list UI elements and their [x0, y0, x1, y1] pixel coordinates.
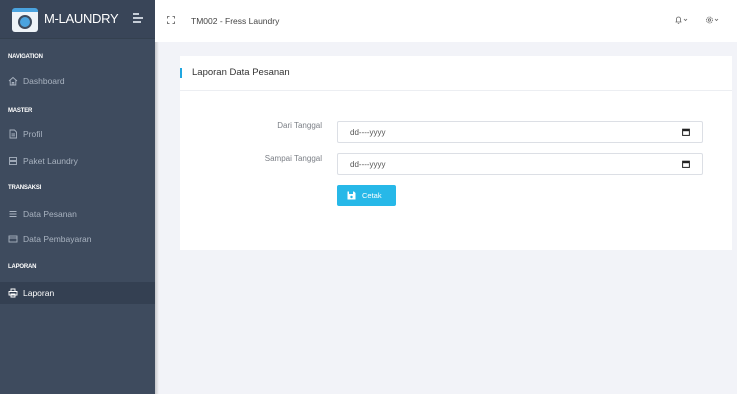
server-icon [9, 157, 17, 165]
to-date-placeholder: dd----yyyy [350, 160, 386, 169]
sidebar-item-laporan[interactable]: Laporan [0, 282, 155, 304]
sidebar-item-dashboard[interactable]: Dashboard [0, 70, 155, 92]
print-button-label: Cetak [362, 191, 382, 200]
credit-card-icon [8, 235, 18, 243]
sidebar-item-label: Dashboard [23, 76, 65, 86]
save-floppy-icon [347, 191, 356, 200]
card-accent-bar [180, 68, 182, 78]
list-icon [9, 211, 17, 217]
from-date-input[interactable]: dd----yyyy [337, 121, 703, 143]
card-header: Laporan Data Pesanan [180, 56, 732, 91]
home-icon [8, 76, 18, 86]
calendar-icon[interactable] [682, 128, 690, 136]
nav-heading-transaksi: TRANSAKSI [8, 185, 42, 191]
sidebar-item-label: Profil [23, 129, 43, 139]
card-title: Laporan Data Pesanan [192, 67, 290, 78]
top-bar: TM002 - Fress Laundry [155, 0, 737, 42]
sidebar: M-LAUNDRY NAVIGATION Dashboard MASTER Pr… [0, 0, 159, 394]
report-card: Laporan Data Pesanan Dari Tanggal dd----… [180, 56, 732, 250]
to-date-input[interactable]: dd----yyyy [337, 153, 703, 175]
fullscreen-icon[interactable] [167, 16, 175, 24]
printer-icon [8, 288, 18, 298]
notification-bell-icon[interactable] [674, 15, 688, 25]
sidebar-item-label: Data Pembayaran [23, 234, 92, 244]
document-icon [9, 129, 17, 139]
sidebar-item-paket-laundry[interactable]: Paket Laundry [0, 150, 155, 172]
laundry-logo-icon [12, 8, 38, 32]
page-heading: TM002 - Fress Laundry [191, 16, 280, 26]
from-date-label: Dari Tanggal [277, 121, 322, 130]
nav-heading-laporan: LAPORAN [8, 264, 37, 270]
sidebar-item-label: Laporan [23, 288, 55, 298]
brand-name: M-LAUNDRY [44, 11, 119, 26]
sidebar-item-profil[interactable]: Profil [0, 123, 155, 145]
calendar-icon[interactable] [682, 160, 690, 168]
nav-heading-navigation: NAVIGATION [8, 54, 43, 60]
to-date-label: Sampai Tanggal [264, 154, 322, 163]
sidebar-item-data-pembayaran[interactable]: Data Pembayaran [0, 228, 155, 250]
nav-heading-master: MASTER [8, 108, 33, 114]
print-button[interactable]: Cetak [337, 185, 396, 206]
sidebar-item-data-pesanan[interactable]: Data Pesanan [0, 203, 155, 225]
brand-bar: M-LAUNDRY [0, 0, 155, 39]
from-date-placeholder: dd----yyyy [350, 128, 386, 137]
sidebar-item-label: Data Pesanan [23, 209, 77, 219]
sidebar-toggle-icon[interactable] [133, 13, 143, 23]
sidebar-item-label: Paket Laundry [23, 156, 78, 166]
settings-gear-icon[interactable] [705, 15, 719, 25]
